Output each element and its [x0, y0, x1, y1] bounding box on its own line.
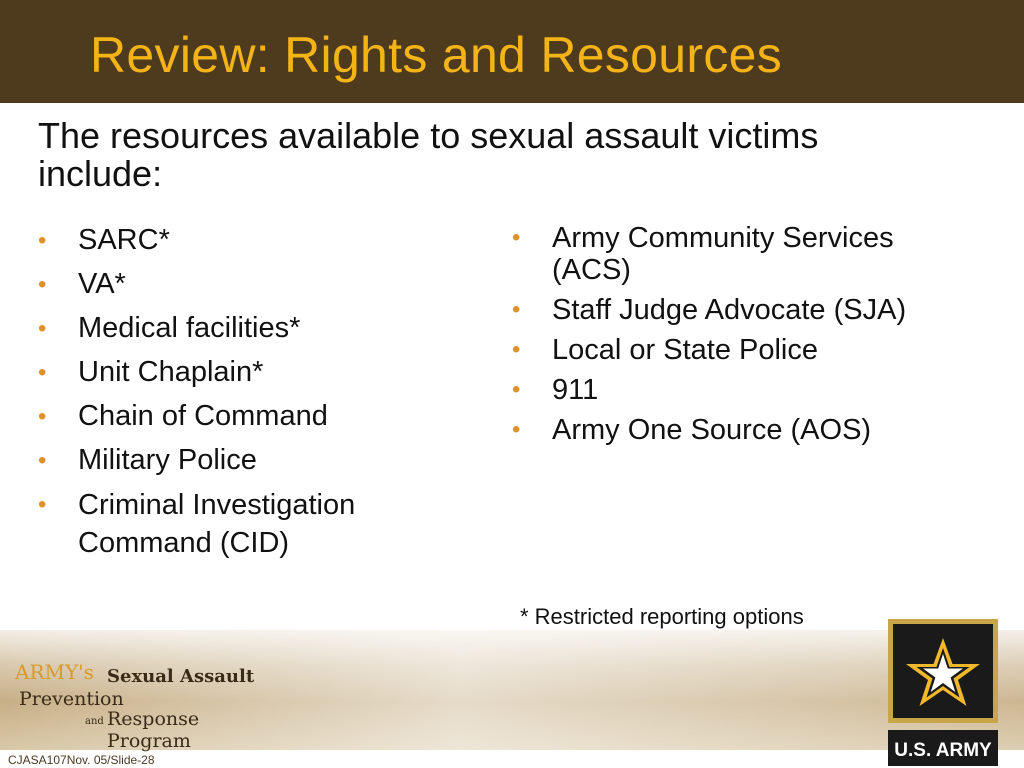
- list-item: • Chain of Command: [38, 400, 328, 432]
- right-resource-list: • Army Community Services (ACS) • Staff Ju…: [512, 222, 932, 454]
- intro-text: The resources available to sexual assaul…: [38, 115, 819, 194]
- list-item: • 911: [512, 374, 599, 406]
- logo-army-text: ARMY's: [15, 660, 94, 684]
- bullet-icon: •: [38, 403, 47, 430]
- restricted-reporting-note: * Restricted reporting options: [520, 604, 804, 629]
- bullet-icon: •: [512, 416, 521, 443]
- bullet-icon: •: [512, 224, 521, 251]
- logo-response-text: Response Program: [107, 708, 200, 752]
- list-item: • Army One Source (AOS): [512, 414, 872, 446]
- bullet-icon: •: [512, 296, 521, 323]
- bullet-icon: •: [512, 336, 521, 363]
- bullet-icon: •: [38, 227, 47, 254]
- logo-and-text: and: [85, 716, 104, 727]
- list-item: • Military Police: [38, 444, 257, 476]
- list-item: • Local or State Police: [512, 334, 818, 366]
- slide-title: Review: Rights and Resources: [90, 27, 783, 83]
- bullet-icon: •: [38, 315, 47, 342]
- list-item: • SARC*: [38, 224, 170, 256]
- list-item: • Unit Chaplain*: [38, 356, 264, 388]
- list-item: • VA*: [38, 268, 126, 300]
- bullet-icon: •: [38, 359, 47, 386]
- list-item: • Medical facilities*: [38, 312, 301, 344]
- army-logo-text: U.S. ARMY: [894, 740, 992, 761]
- logo-sexual-assault-text: Sexual Assault: [107, 666, 255, 687]
- sharp-program-logo: ARMY's Sexual Assault Prevention and Res…: [15, 658, 255, 752]
- bullet-icon: •: [38, 271, 47, 298]
- us-army-star-logo: U.S. ARMY: [888, 619, 998, 766]
- bullet-icon: •: [512, 376, 521, 403]
- logo-prevention-text: Prevention: [19, 688, 124, 710]
- bullet-icon: •: [38, 447, 47, 474]
- slide-id: CJASA107Nov. 05/Slide-28: [8, 753, 155, 767]
- list-item: • Criminal Investigation Command (CID): [38, 486, 458, 562]
- list-item: • Army Community Services (ACS): [512, 222, 894, 286]
- list-item: • Staff Judge Advocate (SJA): [512, 294, 907, 326]
- bullet-icon: •: [38, 491, 47, 518]
- left-resource-list: • SARC* • VA* • Medical facilities* • Unit C…: [38, 224, 458, 573]
